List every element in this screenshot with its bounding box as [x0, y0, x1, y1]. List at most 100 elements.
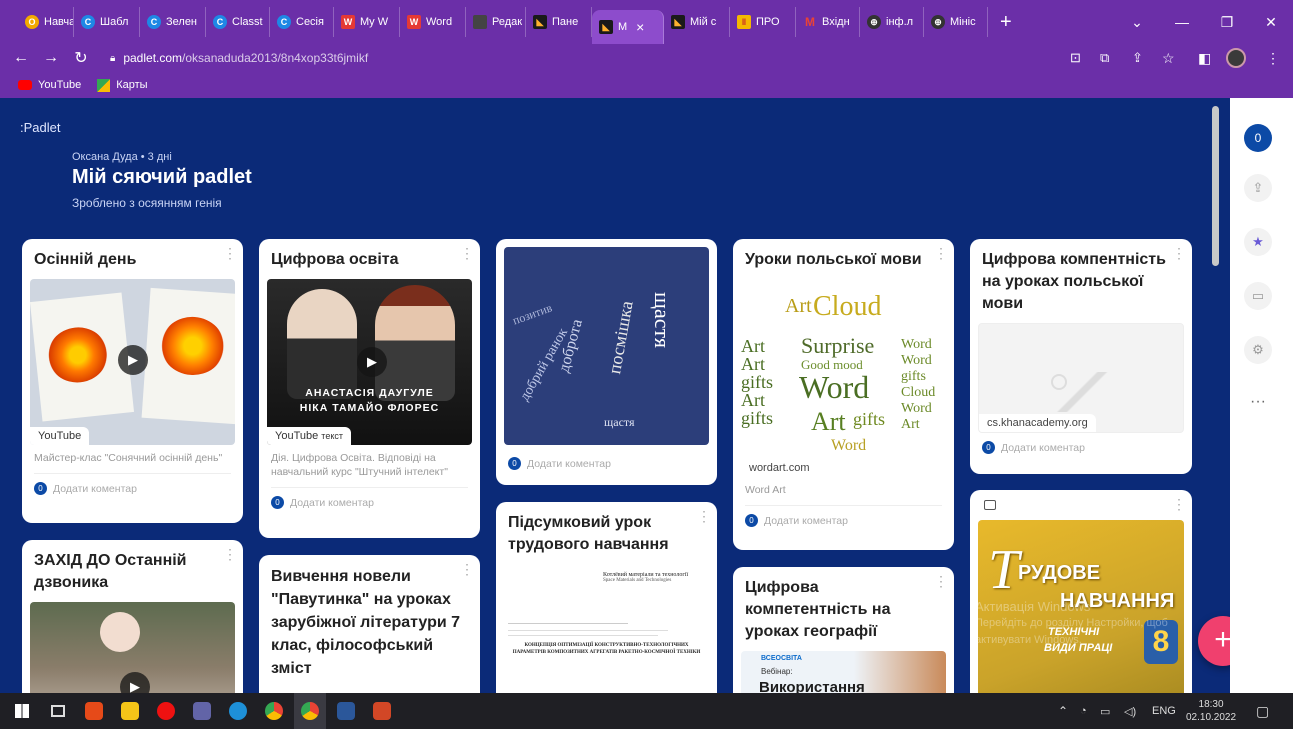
play-icon[interactable]: ▶: [120, 672, 150, 693]
post-menu-icon[interactable]: ⋮: [460, 245, 474, 262]
slideshow-icon[interactable]: ▭: [1244, 282, 1272, 310]
browser-tab[interactable]: ◣ Мій с: [664, 7, 730, 37]
chrome-icon[interactable]: [294, 693, 326, 729]
word-cloud-image[interactable]: щастя посмішка доброта добрий ранок пози…: [504, 247, 709, 445]
document-preview[interactable]: Котлёвий матеріали та технології Space M…: [508, 572, 705, 693]
add-comment[interactable]: 0 Додати коментар: [259, 488, 480, 517]
comment-count-badge: 0: [508, 457, 521, 470]
task-view-icon[interactable]: [42, 693, 74, 729]
post-card[interactable]: Осінній день ⋮ ▶ YouTube Майстер-клас "С…: [22, 239, 243, 523]
post-card[interactable]: Цифрова компетентність на уроках географ…: [733, 567, 954, 693]
post-description: Дія. Цифрова Освіта. Відповіді на навчал…: [271, 452, 448, 478]
browser-tab[interactable]: M Вхідн: [796, 7, 860, 37]
link-preview-image[interactable]: cs.khanacademy.org: [978, 323, 1184, 433]
edge-icon[interactable]: [222, 693, 254, 729]
webinar-thumbnail[interactable]: ВСЕОСВІТА Вебінар: Використання: [741, 651, 946, 693]
browser-tab[interactable]: ◣ Пане: [526, 7, 592, 37]
browser-tab[interactable]: C Шабл: [74, 7, 140, 37]
forward-icon[interactable]: →: [40, 49, 62, 67]
browser-tab[interactable]: Редак: [466, 7, 526, 37]
post-menu-icon[interactable]: ⋮: [934, 573, 948, 590]
scrollbar-thumb[interactable]: [1212, 106, 1219, 266]
browser-tab[interactable]: W Word: [400, 7, 466, 37]
post-menu-icon[interactable]: ⋮: [697, 508, 711, 525]
add-comment[interactable]: 0 Додати коментар: [496, 445, 717, 478]
post-menu-icon[interactable]: ⋮: [460, 561, 474, 578]
install-icon[interactable]: ⊡: [1070, 50, 1081, 66]
word-icon[interactable]: [330, 693, 362, 729]
browser-menu-icon[interactable]: ⋮: [1266, 50, 1280, 67]
post-title: Вивчення новели "Павутинка" на уроках за…: [271, 568, 461, 677]
browser-tab[interactable]: ⊕ Мініс: [924, 7, 988, 37]
post-menu-icon[interactable]: ⋮: [1172, 245, 1186, 262]
bookmark-star-icon[interactable]: ☆: [1162, 50, 1175, 67]
play-icon[interactable]: ▶: [357, 347, 387, 377]
add-comment[interactable]: 0 Додати коментар: [733, 506, 954, 535]
browser-tab[interactable]: C Зелен: [140, 7, 206, 37]
powerpoint-icon[interactable]: [366, 693, 398, 729]
post-menu-icon[interactable]: ⋮: [223, 546, 237, 563]
translate-icon[interactable]: ⧉: [1100, 50, 1109, 66]
tab-favicon-icon: ‖: [737, 15, 751, 29]
post-card[interactable]: Цифрова компентність на уроках польської…: [970, 239, 1192, 474]
padlet-logo[interactable]: :Padlet: [20, 120, 60, 135]
chrome-icon[interactable]: [258, 693, 290, 729]
star-icon[interactable]: ★: [1244, 228, 1272, 256]
language-indicator[interactable]: ENG: [1152, 705, 1176, 717]
browser-tab[interactable]: O Навча: [18, 7, 74, 37]
browser-tab[interactable]: ‖ ПРО: [730, 7, 796, 37]
post-card[interactable]: ЗАХІД ДО Останній дзвоника ⋮ ▶: [22, 540, 243, 693]
post-card[interactable]: Підсумковий урок трудового навчання ⋮ Ко…: [496, 502, 717, 693]
browser-tab-active[interactable]: ◣ М ×: [592, 10, 664, 44]
post-card[interactable]: Вивчення новели "Павутинка" на уроках за…: [259, 555, 480, 693]
share-icon[interactable]: ⇪: [1132, 50, 1143, 66]
notifications-icon[interactable]: ▢: [1256, 703, 1269, 720]
tab-search-chevron-icon[interactable]: ⌄: [1115, 0, 1159, 44]
play-icon[interactable]: ▶: [118, 345, 148, 375]
post-menu-icon[interactable]: ⋮: [223, 245, 237, 262]
file-explorer-icon[interactable]: [114, 693, 146, 729]
padlet-board: :Padlet Оксана Дуда • 3 дні Мій сяючий p…: [0, 98, 1230, 693]
post-card[interactable]: Уроки польської мови ⋮ Cloud Art Surpris…: [733, 239, 954, 550]
opera-icon[interactable]: [150, 693, 182, 729]
close-tab-icon[interactable]: ×: [636, 19, 644, 35]
video-thumbnail[interactable]: ▶ АНАСТАСІЯ ДАУГУЛЕ НІКА ТАМАЙО ФЛОРЕС Y…: [267, 279, 472, 445]
post-card[interactable]: Цифрова освіта ⋮ ▶ АНАСТАСІЯ ДАУГУЛЕ НІК…: [259, 239, 480, 538]
browser-tab[interactable]: ⊕ інф.л: [860, 7, 924, 37]
bookmark-maps[interactable]: Карты: [97, 78, 148, 92]
start-icon[interactable]: [6, 693, 38, 729]
clock[interactable]: 18:30 02.10.2022: [1186, 698, 1236, 724]
back-icon[interactable]: ←: [10, 49, 32, 67]
add-comment[interactable]: 0 Додати коментар: [970, 433, 1192, 462]
minimize-icon[interactable]: —: [1160, 0, 1204, 44]
browser-tab[interactable]: C Classt: [206, 7, 270, 37]
settings-icon[interactable]: ⚙: [1244, 336, 1272, 364]
volume-icon[interactable]: ◁): [1124, 705, 1136, 718]
post-card[interactable]: ⋮ РУДОВЕ T НАВЧАННЯ ТЕХНІЧНІ ВИДИ ПРАЦІ …: [970, 490, 1192, 693]
battery-icon[interactable]: ▭: [1100, 705, 1110, 718]
new-tab-button[interactable]: +: [1000, 11, 1012, 34]
teams-icon[interactable]: [186, 693, 218, 729]
url-field[interactable]: 🔒︎ padlet.com/oksanaduda2013/8n4xop33t6j…: [110, 51, 368, 65]
reload-icon[interactable]: ↻: [70, 48, 92, 68]
tray-chevron-icon[interactable]: ⌃: [1058, 704, 1068, 718]
user-avatar[interactable]: 0: [1244, 124, 1272, 152]
close-window-icon[interactable]: ✕: [1249, 0, 1293, 44]
add-comment[interactable]: 0 Додати коментар: [22, 474, 243, 503]
video-thumbnail[interactable]: ▶ YouTube: [30, 279, 235, 445]
post-menu-icon[interactable]: ⋮: [934, 245, 948, 262]
office-icon[interactable]: [78, 693, 110, 729]
more-icon[interactable]: ···: [1244, 388, 1272, 416]
maximize-icon[interactable]: ❐: [1205, 0, 1249, 44]
network-icon[interactable]: ◔: [1080, 705, 1087, 717]
word-cloud-image[interactable]: Cloud Art Surprise Word Good mood gifts …: [741, 277, 946, 477]
share-icon[interactable]: ⇪: [1244, 174, 1272, 202]
bookmark-youtube[interactable]: YouTube: [18, 79, 81, 91]
video-thumbnail[interactable]: ▶: [30, 602, 235, 693]
browser-tab[interactable]: C Сесія: [270, 7, 334, 37]
browser-tab[interactable]: W My W: [334, 7, 400, 37]
profile-avatar[interactable]: [1226, 48, 1246, 68]
post-card[interactable]: щастя посмішка доброта добрий ранок пози…: [496, 239, 717, 485]
side-panel-icon[interactable]: ◧: [1198, 50, 1211, 67]
post-menu-icon[interactable]: ⋮: [1172, 496, 1186, 513]
